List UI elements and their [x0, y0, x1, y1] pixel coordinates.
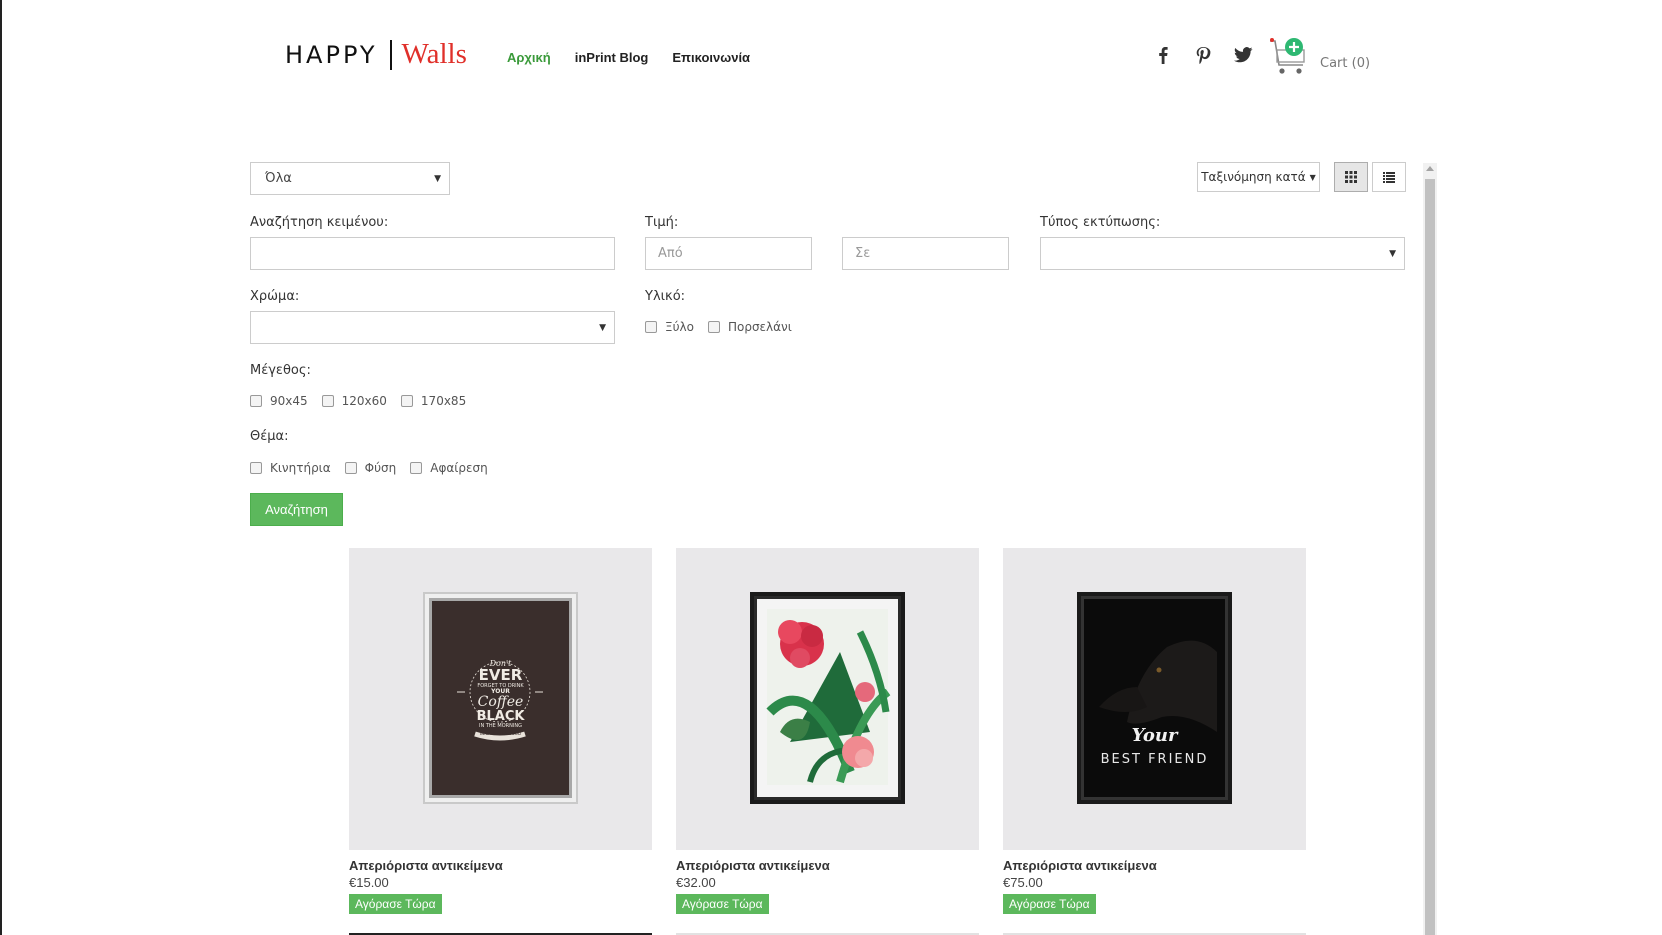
text-search-label: Αναζήτηση κειμένου:: [250, 215, 389, 230]
window-edge: [0, 0, 2, 935]
logo-walls: Walls: [401, 38, 467, 70]
product-name[interactable]: Απεριόριστα αντικείμενα: [349, 858, 652, 873]
poster-line: Coffee: [477, 694, 524, 711]
print-type-select[interactable]: ▼: [1040, 237, 1405, 270]
chevron-down-icon: ▼: [1389, 248, 1396, 259]
buy-now-button[interactable]: Αγόρασε Τώρα: [676, 894, 769, 914]
poster-line: IN THE MORNING: [479, 722, 522, 729]
caret-down-icon: ▼: [1309, 172, 1316, 182]
size-checkbox-120x60[interactable]: 120x60: [321, 394, 387, 408]
checkbox[interactable]: [645, 321, 657, 333]
checkbox[interactable]: [410, 462, 423, 474]
grid-view-button[interactable]: [1334, 162, 1368, 192]
category-select-value: Όλα: [265, 171, 292, 186]
product-name[interactable]: Απεριόριστα αντικείμενα: [1003, 858, 1306, 873]
size-option-label: 90x45: [270, 394, 308, 408]
list-view-button[interactable]: [1372, 162, 1406, 192]
tropical-poster-image: [750, 592, 905, 804]
site-logo[interactable]: HAPPY Walls: [285, 38, 467, 71]
scrollbar-thumb[interactable]: [1425, 179, 1435, 935]
checkbox[interactable]: [400, 395, 413, 407]
pinterest-icon[interactable]: [1193, 45, 1213, 65]
poster-line: EVER: [478, 666, 523, 685]
scrollbar[interactable]: [1423, 163, 1437, 935]
size-label: Μέγεθος:: [250, 363, 311, 378]
color-label: Χρώμα:: [250, 289, 300, 304]
nav-item-blog[interactable]: inPrint Blog: [575, 50, 649, 65]
checkbox[interactable]: [250, 462, 262, 474]
buy-now-button[interactable]: Αγόρασε Τώρα: [1003, 894, 1096, 914]
product-name[interactable]: Απεριόριστα αντικείμενα: [676, 858, 979, 873]
price-from-placeholder: Από: [658, 246, 683, 261]
product-card: Your BEST FRIEND Απεριόριστα αντικείμενα…: [1003, 548, 1306, 914]
price-to-input[interactable]: Σε: [842, 237, 1009, 270]
facebook-icon[interactable]: [1153, 45, 1173, 65]
product-image[interactable]: Your BEST FRIEND: [1003, 548, 1306, 850]
poster-line: BEST FRIEND: [1100, 752, 1209, 767]
poster-line: Your: [1131, 725, 1178, 746]
category-select[interactable]: Όλα ▼: [250, 162, 450, 195]
price-label: Τιμή:: [645, 215, 679, 230]
list-icon: [1383, 171, 1395, 183]
search-button[interactable]: Αναζήτηση: [250, 493, 343, 526]
buy-now-button[interactable]: Αγόρασε Τώρα: [349, 894, 442, 914]
product-card: Don't EVER FORGET TO DRINK YOUR Coffee B…: [349, 548, 652, 914]
product-price: €75.00: [1003, 875, 1043, 890]
cart-link[interactable]: Cart (0): [1268, 36, 1370, 76]
material-option-label: Ξύλο: [665, 320, 694, 334]
print-type-label: Τύπος εκτύπωσης:: [1040, 215, 1161, 230]
checkbox[interactable]: [344, 462, 357, 474]
material-checkbox-porcelain[interactable]: Πορσελάνι: [707, 320, 792, 334]
chevron-down-icon: ▼: [434, 173, 441, 184]
material-option-label: Πορσελάνι: [727, 320, 792, 334]
checkbox[interactable]: [707, 321, 720, 333]
product-price: €32.00: [676, 875, 716, 890]
color-select[interactable]: ▼: [250, 311, 615, 344]
coffee-poster-text: Don't EVER FORGET TO DRINK YOUR Coffee B…: [423, 592, 578, 804]
theme-checkbox-abstract[interactable]: Αφαίρεση: [410, 461, 488, 475]
poster-line: BECAUSE IT'S GOOD: [479, 731, 522, 737]
price-to-placeholder: Σε: [855, 246, 871, 261]
cart-icon: [1268, 36, 1310, 76]
product-image[interactable]: [676, 548, 979, 850]
product-image[interactable]: Don't EVER FORGET TO DRINK YOUR Coffee B…: [349, 548, 652, 850]
twitter-icon[interactable]: [1233, 45, 1253, 65]
material-label: Υλικό:: [645, 289, 686, 304]
main-nav: Αρχική inPrint Blog Επικοινωνία: [507, 50, 750, 65]
social-links: [1153, 45, 1253, 65]
nav-item-contact[interactable]: Επικοινωνία: [672, 50, 750, 65]
size-option-label: 170x85: [420, 394, 467, 408]
price-from-input[interactable]: Από: [645, 237, 812, 270]
theme-option-label: Φύση: [364, 461, 397, 475]
theme-label: Θέμα:: [250, 429, 289, 444]
checkbox[interactable]: [250, 395, 262, 407]
checkbox[interactable]: [321, 395, 334, 407]
size-options: 90x45 120x60 170x85: [250, 394, 480, 408]
sort-dropdown-button[interactable]: Ταξινόμηση κατά ▼: [1197, 162, 1320, 192]
sort-label: Ταξινόμηση κατά: [1201, 170, 1306, 184]
grid-icon: [1345, 171, 1357, 183]
theme-checkbox-nature[interactable]: Φύση: [344, 461, 397, 475]
text-search-input[interactable]: [250, 237, 615, 270]
material-options: Ξύλο Πορσελάνι: [645, 320, 806, 334]
theme-options: Κινητήρια Φύση Αφαίρεση: [250, 461, 502, 475]
theme-checkbox-motivational[interactable]: Κινητήρια: [250, 461, 331, 475]
dog-poster-text: Your BEST FRIEND: [1077, 592, 1232, 804]
product-card: Απεριόριστα αντικείμενα €32.00 Αγόρασε Τ…: [676, 548, 979, 914]
nav-item-home[interactable]: Αρχική: [507, 50, 551, 65]
scroll-up-arrow-icon[interactable]: [1426, 166, 1434, 171]
size-option-label: 120x60: [341, 394, 387, 408]
material-checkbox-wood[interactable]: Ξύλο: [645, 320, 694, 334]
cart-label: Cart (0): [1320, 55, 1371, 71]
size-checkbox-90x45[interactable]: 90x45: [250, 394, 308, 408]
theme-option-label: Αφαίρεση: [430, 461, 488, 475]
product-price: €15.00: [349, 875, 389, 890]
logo-separator: [389, 39, 392, 70]
chevron-down-icon: ▼: [599, 322, 606, 333]
theme-option-label: Κινητήρια: [270, 461, 331, 475]
logo-happy: HAPPY: [285, 40, 378, 69]
size-checkbox-170x85[interactable]: 170x85: [400, 394, 467, 408]
poster-line: BLACK: [476, 709, 525, 725]
